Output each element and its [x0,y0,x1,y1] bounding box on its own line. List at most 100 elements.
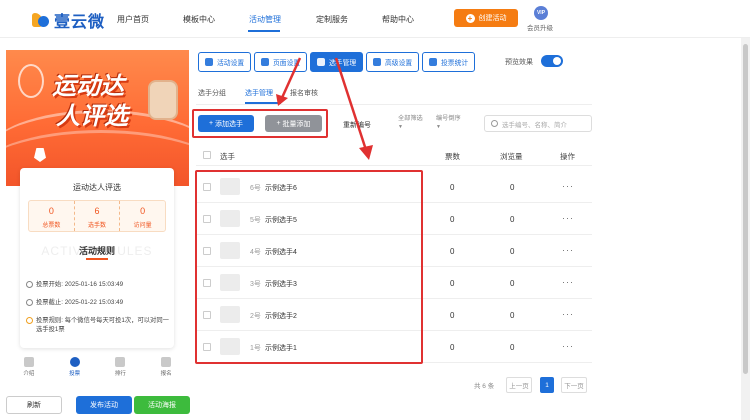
rule-end-time: 投票截止: 2025-01-22 15:03:49 [26,298,123,307]
logo[interactable]: 壹云微 [32,8,105,32]
tab-signup-review[interactable]: 报名审核 [290,88,318,98]
chart-icon [115,357,126,367]
rule-start-time: 投票开始: 2025-01-16 15:03:49 [26,280,123,289]
filter-label: 全部筛选 [398,115,423,122]
bar-chart-icon [429,58,437,66]
player-votes: 0 [450,183,455,192]
logo-icon [32,11,50,29]
activity-poster-button[interactable]: 活动海报 [134,396,190,414]
select-all-checkbox[interactable] [203,151,211,159]
more-icon[interactable]: ··· [562,245,574,255]
users-icon [317,58,325,66]
stats-panel: 0 总票数 6 选手数 0 访问量 [28,200,166,232]
stat-label: 选手数 [88,223,107,229]
top-header: 壹云微 用户首页 模板中心 活动管理 定制服务 帮助中心 + 创建活动 VIP … [0,0,750,38]
advanced-settings-button[interactable]: 高级设置 [366,52,420,72]
next-page-button[interactable]: 下一页 [561,377,587,393]
activity-title: 运动达人评选 [73,183,121,192]
player-votes: 0 [450,215,455,224]
tab-player-groups[interactable]: 选手分组 [198,88,226,98]
rule-text: 2025-01-16 15:03:49 [64,281,124,288]
nav-templates[interactable]: 模板中心 [183,14,215,25]
more-icon[interactable]: ··· [562,181,574,191]
rules-heading: 活动规则 [78,246,115,256]
vote-statistics-button[interactable]: 投票统计 [422,52,476,72]
tab-signup[interactable]: 报名 [143,355,189,383]
player-management-button[interactable]: 选手管理 [310,52,364,72]
player-views: 0 [510,311,515,320]
doc-icon [23,357,34,367]
chevron-down-icon: ▼ [398,124,403,130]
publish-activity-button[interactable]: 发布活动 [76,396,132,414]
player-views: 0 [510,279,515,288]
filter-dropdown[interactable]: 全部筛选 ▼ [398,115,423,131]
nav-help-center[interactable]: 帮助中心 [382,14,414,25]
page-1-button[interactable]: 1 [540,377,554,393]
stat-value: 6 [94,206,100,216]
stat-label: 访问量 [133,223,152,229]
player-views: 0 [510,215,515,224]
activity-poster: 运动达 人评选 [6,50,189,186]
header-player: 选手 [220,152,235,161]
player-votes: 0 [450,343,455,352]
header-votes: 票数 [445,152,460,161]
activity-settings-button[interactable]: 活动设置 [198,52,252,72]
tab-intro[interactable]: 介绍 [6,355,52,383]
player-views: 0 [510,343,515,352]
tab-player-management[interactable]: 选手管理 [245,88,273,98]
more-icon[interactable]: ··· [562,277,574,287]
page-settings-button[interactable]: 页面设置 [254,52,308,72]
stat-value: 0 [48,206,54,216]
annotation-highlight-table [195,170,423,364]
backpack-icon [148,80,178,120]
preview-toggle[interactable] [541,55,563,67]
stat-label: 总票数 [42,223,61,229]
prev-page-button[interactable]: 上一页 [506,377,532,393]
annotation-highlight-buttons [192,109,328,138]
signup-icon [161,357,172,367]
tab-vote[interactable]: 投票 [52,355,98,383]
header-views: 浏览量 [500,152,523,161]
nav-custom-service[interactable]: 定制服务 [316,14,348,25]
vip-upgrade-label[interactable]: 会员升级 [527,22,553,32]
scrollbar-thumb[interactable] [743,44,748,374]
player-votes: 0 [450,247,455,256]
tab-label: 介绍 [23,371,35,377]
divider [196,104,592,105]
search-input[interactable]: 选手编号、名称、简介 [484,115,592,132]
button-label: 选手管理 [329,60,357,67]
search-placeholder: 选手编号、名称、简介 [502,121,567,129]
page-scrollbar[interactable] [741,38,750,420]
refresh-button[interactable]: 刷新 [6,396,62,414]
rule-label: 投票截止: [36,299,63,306]
more-icon[interactable]: ··· [562,341,574,351]
sort-dropdown[interactable]: 编号倒序 ▼ [436,115,461,131]
renumber-button[interactable]: 重新编号 [343,120,371,130]
mobile-preview: 运动达 人评选 运动达人评选 0 总票数 6 选手数 0 访问量 ACTIVITY R… [6,50,189,383]
tab-ranking[interactable]: 排行 [98,355,144,383]
button-label: 投票统计 [441,60,469,67]
search-icon [491,120,498,127]
more-icon[interactable]: ··· [562,213,574,223]
info-icon [26,317,33,324]
player-views: 0 [510,247,515,256]
player-views: 0 [510,183,515,192]
stat-visits: 0 访问量 [119,201,165,231]
chevron-down-icon: ▼ [436,124,441,130]
more-icon[interactable]: ··· [562,309,574,319]
rule-text: 2025-01-22 15:03:49 [64,299,124,306]
create-activity-button[interactable]: + 创建活动 [454,9,518,27]
pagination-total: 共 6 条 [474,383,495,390]
settings-icon [205,58,213,66]
toggle-knob [553,57,561,65]
nav-home[interactable]: 用户首页 [117,14,149,25]
sliders-icon [373,58,381,66]
vip-icon[interactable]: VIP [534,6,548,20]
rules-underline [86,258,108,260]
stat-value: 0 [140,206,146,216]
create-activity-label: 创建活动 [478,15,507,22]
header-ops: 操作 [560,152,575,161]
rule-label: 投票规则: [36,317,63,324]
nav-activity-management[interactable]: 活动管理 [249,14,281,25]
clock-icon [26,281,33,288]
